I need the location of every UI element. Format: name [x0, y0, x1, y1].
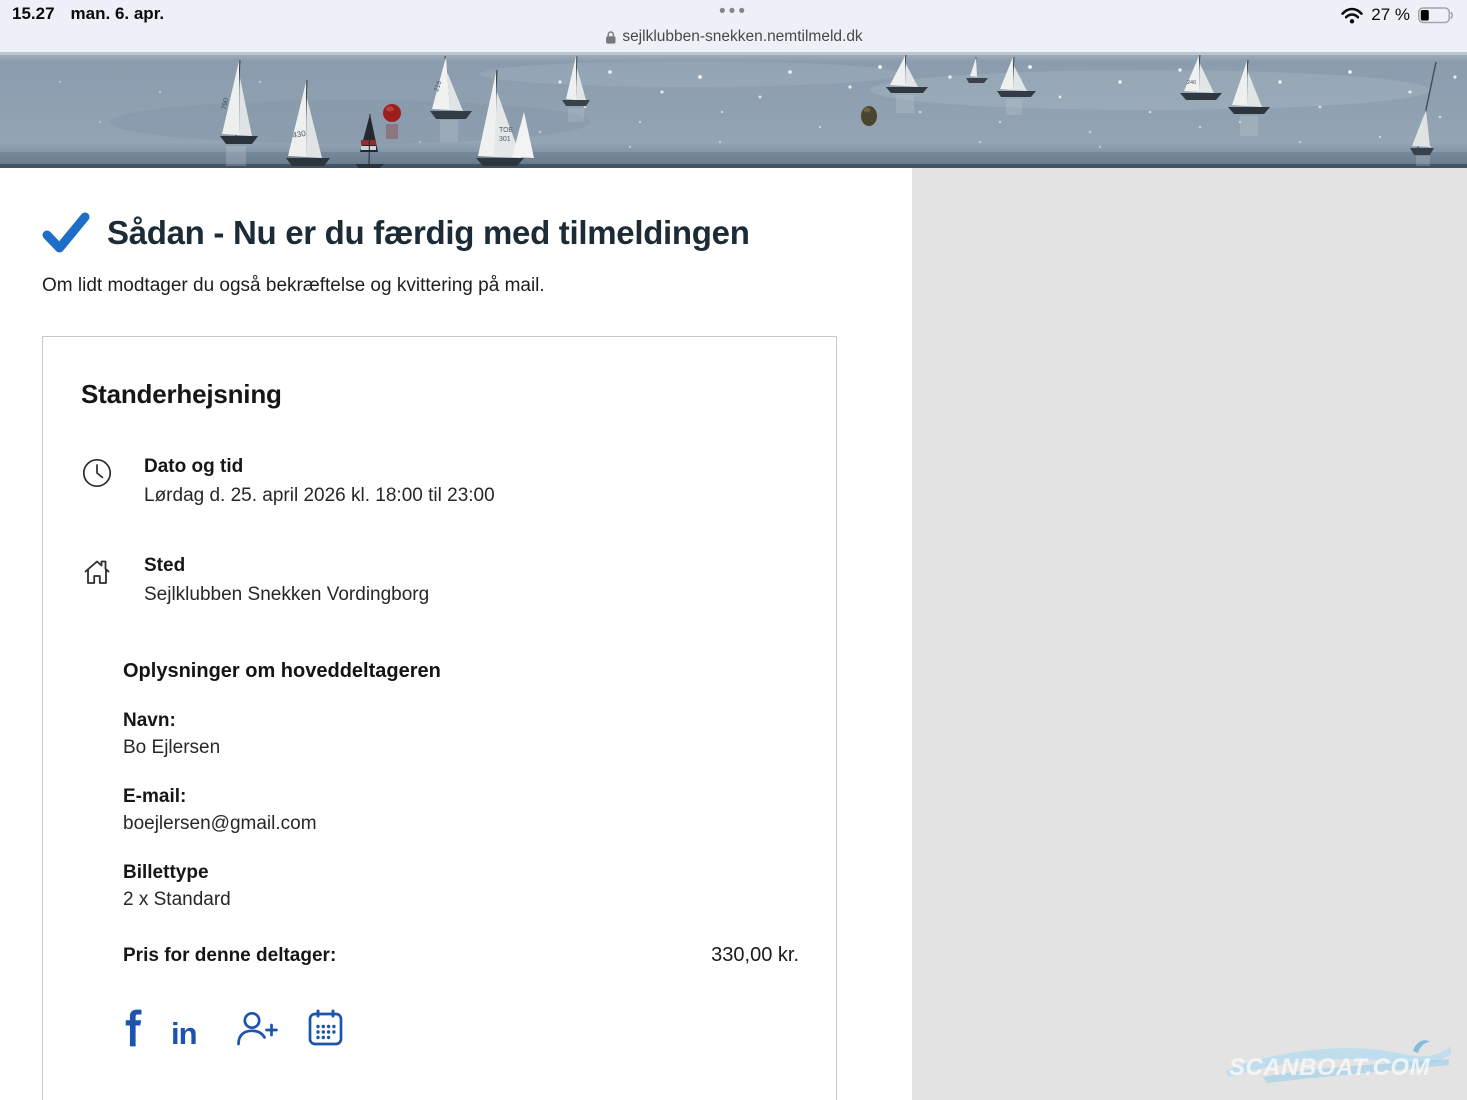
svg-text:in: in [171, 1016, 197, 1047]
battery-icon [1418, 7, 1455, 24]
clock-icon [81, 456, 113, 507]
confirmation-subtitle: Om lidt modtager du også bekræftelse og … [42, 275, 912, 297]
location-row: Sted Sejlklubben Snekken Vordingborg [81, 555, 799, 606]
dark-buoy [861, 106, 877, 126]
status-right: 27 % [1341, 5, 1455, 25]
datetime-value: Lørdag d. 25. april 2026 kl. 18:00 til 2… [144, 485, 495, 507]
page-title: Sådan - Nu er du færdig med tilmeldingen [107, 214, 750, 252]
price-row: Pris for denne deltager: 330,00 kr. [123, 944, 799, 967]
page-gutter [912, 168, 1467, 1100]
facebook-icon [123, 1009, 144, 1047]
status-date: man. 6. apr. [71, 4, 165, 24]
location-label: Sted [144, 555, 429, 577]
invite-friend-button[interactable] [235, 1010, 281, 1047]
name-field: Navn: Bo Ejlersen [123, 710, 799, 759]
lock-icon [604, 30, 616, 45]
datetime-label: Dato og tid [144, 456, 495, 478]
svg-text:246: 246 [1187, 80, 1196, 86]
status-left: 15.27 man. 6. apr. [12, 4, 164, 24]
address-bar[interactable]: sejlklubben-snekken.nemtilmeld.dk [604, 28, 862, 46]
safari-top-bar: 15.27 man. 6. apr. ••• sejlklubben-snekk… [0, 0, 1467, 52]
participant-heading: Oplysninger om hoveddeltageren [123, 660, 799, 683]
toolbar-ellipsis-button[interactable]: ••• [719, 2, 748, 21]
ipad-safari-screen: 15.27 man. 6. apr. ••• sejlklubben-snekk… [0, 0, 1467, 1100]
add-to-calendar-button[interactable] [308, 1009, 343, 1047]
address-url: sejlklubben-snekken.nemtilmeld.dk [622, 28, 862, 46]
battery-percent: 27 % [1371, 5, 1410, 25]
participant-section: Oplysninger om hoveddeltageren Navn: Bo … [123, 660, 799, 911]
ticket-field: Billettype 2 x Standard [123, 862, 799, 911]
price-label: Pris for denne deltager: [123, 945, 336, 967]
confirmation-header: Sådan - Nu er du færdig med tilmeldingen [42, 212, 912, 254]
email-value: boejlersen@gmail.com [123, 813, 799, 835]
email-label: E-mail: [123, 786, 799, 808]
name-value: Bo Ejlersen [123, 737, 799, 759]
wifi-icon [1341, 7, 1363, 24]
event-banner-image: 790 430 [0, 52, 1467, 168]
sailboats-water-graphic: 790 430 [0, 52, 1467, 168]
ticket-value: 2 x Standard [123, 889, 799, 911]
event-title: Standerhejsning [81, 379, 799, 410]
svg-text:TOE: TOE [499, 127, 514, 134]
calendar-icon [308, 1009, 343, 1047]
check-icon [42, 212, 90, 254]
linkedin-icon: in [171, 1015, 208, 1047]
linkedin-share-button[interactable]: in [171, 1015, 208, 1047]
add-person-icon [235, 1010, 281, 1047]
facebook-share-button[interactable] [123, 1009, 144, 1047]
price-value: 330,00 kr. [711, 944, 799, 967]
datetime-row: Dato og tid Lørdag d. 25. april 2026 kl.… [81, 456, 799, 507]
status-time: 15.27 [12, 4, 55, 24]
event-summary-card: Standerhejsning Dato og tid Lørdag d. 25… [42, 336, 837, 1100]
svg-text:301: 301 [499, 136, 511, 143]
home-icon [81, 555, 113, 606]
location-value: Sejlklubben Snekken Vordingborg [144, 584, 429, 606]
page-body: Sådan - Nu er du færdig med tilmeldingen… [0, 168, 1467, 1100]
email-field: E-mail: boejlersen@gmail.com [123, 786, 799, 835]
main-column: Sådan - Nu er du færdig med tilmeldingen… [0, 168, 912, 1100]
ticket-label: Billettype [123, 862, 799, 884]
name-label: Navn: [123, 710, 799, 732]
share-actions: in [123, 1009, 799, 1047]
